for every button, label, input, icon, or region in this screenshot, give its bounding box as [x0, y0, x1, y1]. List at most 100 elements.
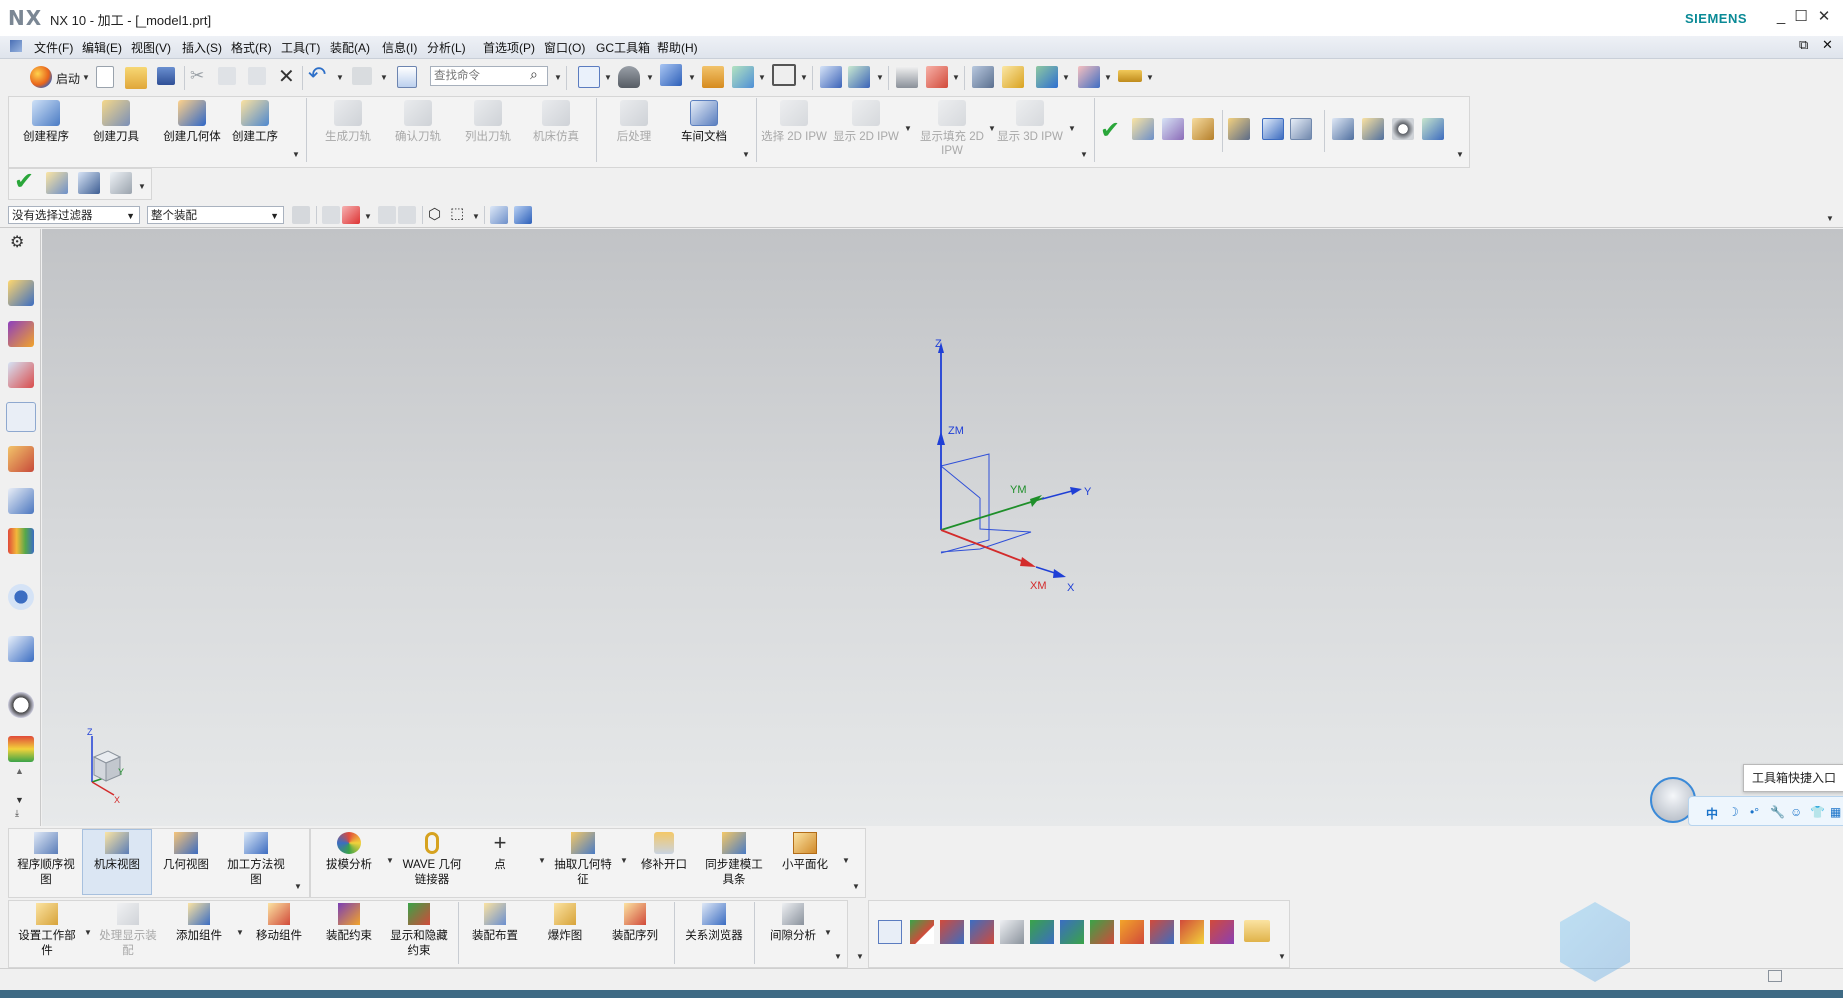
- wcs-icon[interactable]: [732, 66, 754, 88]
- show-2d-ipw-button[interactable]: 显示 2D IPW: [830, 100, 902, 144]
- wave-linker-button[interactable]: WAVE 几何链接器: [396, 832, 468, 888]
- minimize-button[interactable]: _: [1770, 6, 1792, 28]
- doc-restore-button[interactable]: ⧉: [1797, 37, 1810, 53]
- body-icon[interactable]: [514, 206, 532, 224]
- orient-dropdown-icon[interactable]: ▼: [688, 73, 696, 82]
- fit-dropdown-icon[interactable]: ▼: [604, 73, 612, 82]
- clearance-analysis-button[interactable]: 间隙分析: [760, 903, 826, 944]
- new-file-icon[interactable]: [96, 66, 114, 88]
- history-icon[interactable]: [8, 584, 34, 610]
- search-dropdown-icon[interactable]: ▼: [554, 73, 562, 82]
- tool-path-edit-icon[interactable]: [1362, 118, 1384, 140]
- cut-icon[interactable]: ✂: [190, 66, 204, 86]
- work-part-dropdown-icon[interactable]: ▼: [84, 928, 92, 937]
- show-hide-constraints-button[interactable]: 显示和隐藏约束: [386, 903, 452, 959]
- menu-view[interactable]: 视图(V): [129, 39, 173, 56]
- menu-window[interactable]: 窗口(O): [542, 39, 587, 56]
- menu-app-icon[interactable]: [10, 40, 22, 52]
- part-navigator-icon[interactable]: [6, 402, 36, 432]
- right-group-dropdown-icon[interactable]: ▼: [1456, 150, 1464, 159]
- wcs-rotate-icon[interactable]: [970, 920, 994, 944]
- verify-check-icon[interactable]: ✔: [14, 167, 34, 196]
- menu-assemblies[interactable]: 装配(A): [328, 39, 372, 56]
- postprocess-button[interactable]: 后处理: [598, 100, 670, 144]
- snap-point-icon[interactable]: [926, 66, 948, 88]
- menu-help[interactable]: 帮助(H): [655, 39, 700, 56]
- select-2d-ipw-button[interactable]: 选择 2D IPW: [758, 100, 830, 144]
- save-icon[interactable]: [157, 67, 175, 85]
- wcs-set-icon[interactable]: [1210, 920, 1234, 944]
- analysis-dropdown-icon[interactable]: ▼: [138, 182, 146, 191]
- output-icon[interactable]: [1422, 118, 1444, 140]
- assembly-sequence-button[interactable]: 装配序列: [602, 903, 668, 944]
- feeds-table-icon[interactable]: [1192, 118, 1214, 140]
- background-dropdown-icon[interactable]: ▼: [800, 73, 808, 82]
- scroll-up-icon[interactable]: ▲: [15, 766, 24, 776]
- wcs-origin-icon[interactable]: [910, 920, 934, 944]
- arrangement-button[interactable]: 装配布置: [462, 903, 528, 944]
- feature-select-icon[interactable]: [378, 206, 396, 224]
- start-icon[interactable]: [30, 66, 52, 88]
- draft-analysis-button[interactable]: 拔模分析: [316, 832, 382, 873]
- paste-icon[interactable]: [248, 67, 266, 85]
- point-button[interactable]: + 点: [472, 832, 528, 873]
- draft-dropdown-icon[interactable]: ▼: [386, 856, 394, 865]
- repeat-dropdown-icon[interactable]: ▼: [380, 73, 388, 82]
- menu-information[interactable]: 信息(I): [380, 39, 419, 56]
- clip-section-icon[interactable]: [848, 66, 870, 88]
- machine-view-button[interactable]: 机床视图: [84, 832, 150, 873]
- views-dropdown-icon[interactable]: ▼: [294, 882, 302, 891]
- copy-icon[interactable]: [218, 67, 236, 85]
- datum-dropdown-icon[interactable]: ▼: [1278, 952, 1286, 961]
- point-dropdown-icon[interactable]: ▼: [538, 856, 546, 865]
- doc-close-button[interactable]: ✕: [1820, 37, 1835, 53]
- tray-punct-icon[interactable]: •°: [1750, 805, 1759, 819]
- display-assembly-button[interactable]: 处理显示装配: [94, 903, 162, 959]
- rect-select-icon[interactable]: ⬚: [450, 204, 464, 222]
- component-icon[interactable]: [490, 206, 508, 224]
- create-operation-button[interactable]: 创建工序: [219, 100, 291, 144]
- settings-gear-icon[interactable]: ⚙: [10, 232, 24, 252]
- menu-format[interactable]: 格式(R): [229, 39, 274, 56]
- ipw-dropdown-1-icon[interactable]: ▼: [904, 124, 912, 133]
- geometry-view-button[interactable]: 几何视图: [156, 832, 216, 873]
- wcs-save-icon[interactable]: [1150, 920, 1174, 944]
- web-browser-icon[interactable]: [8, 528, 34, 554]
- tray-wrench-icon[interactable]: 🔧: [1770, 805, 1785, 819]
- assembly-navigator-icon[interactable]: [8, 321, 34, 347]
- snap-icon[interactable]: [322, 206, 340, 224]
- program-order-view-button[interactable]: 程序顺序视图: [14, 832, 78, 888]
- selection-filter-combo[interactable]: 没有选择过滤器 ▼: [8, 206, 140, 224]
- menu-gc-toolbox[interactable]: GC工具箱: [594, 39, 652, 56]
- role-icon[interactable]: [8, 636, 34, 662]
- add-component-dropdown-icon[interactable]: ▼: [236, 928, 244, 937]
- background-icon[interactable]: [772, 64, 796, 86]
- section-dropdown-icon[interactable]: ▼: [876, 73, 884, 82]
- table-icon[interactable]: [78, 172, 100, 194]
- scroll-end-icon[interactable]: ⤓: [15, 808, 19, 819]
- tool-holder-icon[interactable]: [1162, 118, 1184, 140]
- undo-dropdown-icon[interactable]: ▼: [336, 73, 344, 82]
- operation-navigator-icon[interactable]: [8, 280, 34, 306]
- menu-edit[interactable]: 编辑(E): [80, 39, 124, 56]
- facetize-button[interactable]: 小平面化: [772, 832, 838, 873]
- move-component-button[interactable]: 移动组件: [246, 903, 312, 944]
- polygon-select-icon[interactable]: ⬡: [428, 205, 441, 223]
- sync-modeling-button[interactable]: 同步建模工具条: [700, 832, 768, 888]
- verify-path-button[interactable]: 确认刀轨: [382, 100, 454, 144]
- wcs-dropdown-icon[interactable]: ▼: [758, 73, 766, 82]
- menu-insert[interactable]: 插入(S): [180, 39, 224, 56]
- maximize-button[interactable]: ☐: [1790, 6, 1812, 28]
- tray-shirt-icon[interactable]: 👕: [1810, 805, 1825, 819]
- wcs-yc-icon[interactable]: [1060, 920, 1084, 944]
- wcs-absolute-icon[interactable]: [1120, 920, 1144, 944]
- graph-icon[interactable]: [110, 172, 132, 194]
- select-point-icon[interactable]: [342, 206, 360, 224]
- facetize-dropdown-icon[interactable]: ▼: [842, 856, 850, 865]
- render-style-icon[interactable]: [618, 66, 640, 88]
- hd3d-tools-icon[interactable]: [8, 488, 34, 514]
- process-list-icon[interactable]: [1332, 118, 1354, 140]
- ipw-dropdown-3-icon[interactable]: ▼: [1068, 124, 1076, 133]
- search-icon[interactable]: ⌕: [530, 66, 538, 83]
- flag-icon[interactable]: [1228, 118, 1250, 140]
